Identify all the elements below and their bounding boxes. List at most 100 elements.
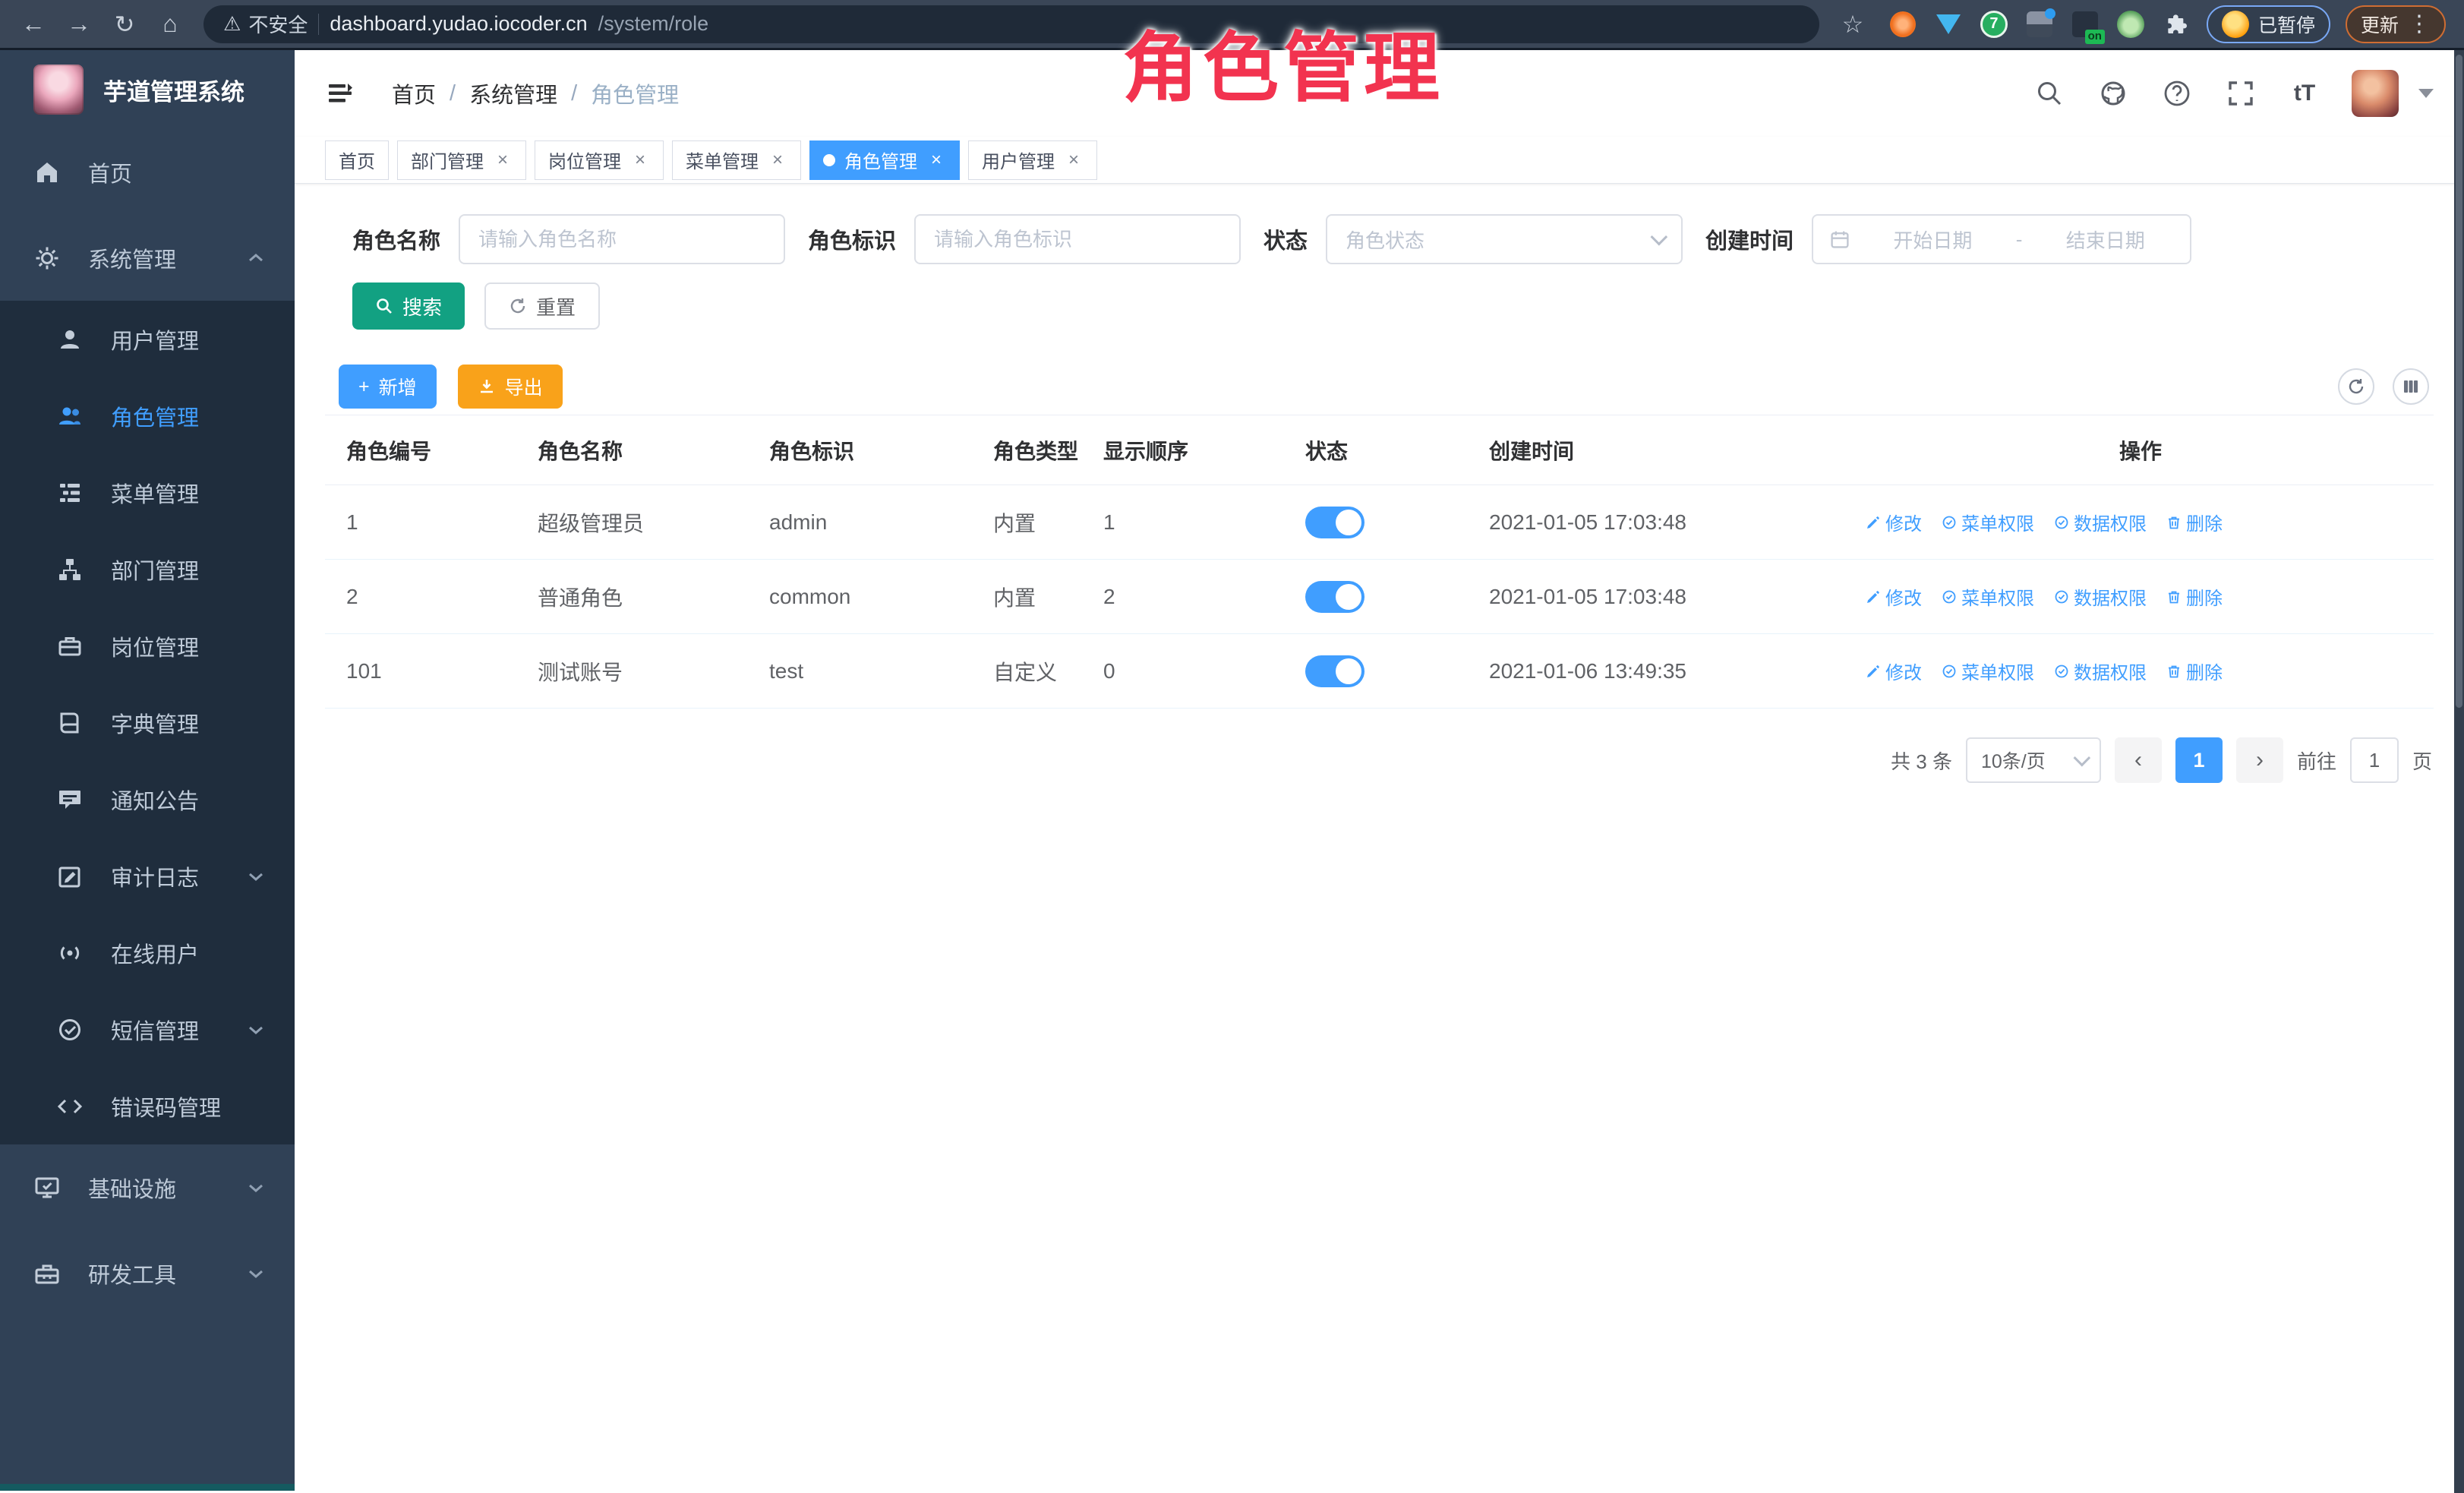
chevron-down-icon <box>246 866 266 886</box>
sms-icon <box>55 1017 85 1043</box>
sidebar-toggle-button[interactable] <box>323 77 357 110</box>
menu-permission-link[interactable]: 菜单权限 <box>1942 583 2034 610</box>
edit-link[interactable]: 修改 <box>1866 658 1922 684</box>
close-icon[interactable]: × <box>630 150 650 170</box>
add-button[interactable]: + 新增 <box>339 365 437 409</box>
delete-link[interactable]: 删除 <box>2166 509 2223 535</box>
fullscreen-button[interactable] <box>2224 77 2257 110</box>
sidebar-item-users[interactable]: 用户管理 <box>0 301 295 377</box>
security-warning[interactable]: ⚠ 不安全 <box>223 10 308 38</box>
breadcrumb-home[interactable]: 首页 <box>392 77 436 109</box>
reset-button[interactable]: 重置 <box>484 283 600 330</box>
sidebar-item-dev-tools[interactable]: 研发工具 <box>0 1230 295 1316</box>
address-bar[interactable]: ⚠ 不安全 dashboard.yudao.iocoder.cn/system/… <box>203 5 1819 43</box>
extensions-menu-button[interactable] <box>2161 9 2191 39</box>
delete-link[interactable]: 删除 <box>2166 583 2223 610</box>
sidebar-logo[interactable]: 芋道管理系统 <box>0 50 295 129</box>
sidebar-item-posts[interactable]: 岗位管理 <box>0 608 295 684</box>
sidebar-item-announcements[interactable]: 通知公告 <box>0 761 295 838</box>
bookmark-star-button[interactable]: ☆ <box>1833 5 1872 44</box>
user-avatar[interactable] <box>2352 70 2399 117</box>
header-sort: 显示顺序 <box>1096 415 1298 485</box>
browser-back-button[interactable]: ← <box>14 5 53 44</box>
browser-update-chip[interactable]: 更新 ⋮ <box>2346 5 2446 43</box>
circle-check-icon <box>2054 515 2069 530</box>
data-permission-link[interactable]: 数据权限 <box>2054 583 2147 610</box>
browser-profile-chip[interactable]: 已暂停 <box>2207 5 2330 43</box>
next-page-button[interactable]: › <box>2236 737 2283 783</box>
close-icon[interactable]: × <box>493 150 513 170</box>
sidebar-item-home[interactable]: 首页 <box>0 129 295 215</box>
chevron-down-icon <box>246 1020 266 1040</box>
refresh-table-button[interactable] <box>2338 368 2374 405</box>
tab-posts[interactable]: 岗位管理 × <box>535 140 664 180</box>
scrollbar-thumb[interactable] <box>2456 55 2462 708</box>
font-size-button[interactable]: tT <box>2288 77 2321 110</box>
page-size-select[interactable]: 10条/页 <box>1966 737 2101 783</box>
sidebar-item-dictionary[interactable]: 字典管理 <box>0 684 295 761</box>
tab-departments[interactable]: 部门管理 × <box>397 140 526 180</box>
header-role-id: 角色编号 <box>325 415 530 485</box>
tab-users[interactable]: 用户管理 × <box>968 140 1097 180</box>
extension-gem-button[interactable] <box>1933 9 1964 39</box>
sidebar-item-error-codes[interactable]: 错误码管理 <box>0 1068 295 1144</box>
sidebar-item-label: 系统管理 <box>88 242 176 274</box>
sidebar-item-roles[interactable]: 角色管理 <box>0 377 295 454</box>
close-icon[interactable]: × <box>926 150 946 170</box>
tab-menus[interactable]: 菜单管理 × <box>672 140 801 180</box>
browser-reload-button[interactable]: ↻ <box>105 5 144 44</box>
user-menu-caret-icon[interactable] <box>2418 89 2434 98</box>
sidebar-item-menus[interactable]: 菜单管理 <box>0 454 295 531</box>
browser-home-button[interactable]: ⌂ <box>150 5 190 44</box>
column-settings-button[interactable] <box>2393 368 2429 405</box>
browser-scrollbar[interactable] <box>2454 50 2464 1493</box>
export-button[interactable]: 导出 <box>458 365 563 409</box>
sidebar-item-system[interactable]: 系统管理 <box>0 215 295 301</box>
status-toggle[interactable] <box>1305 581 1365 613</box>
menu-permission-link[interactable]: 菜单权限 <box>1942 658 2034 684</box>
calendar-icon <box>1830 229 1850 249</box>
status-select-placeholder: 角色状态 <box>1346 226 1424 254</box>
role-key-input[interactable] <box>914 214 1241 264</box>
close-icon[interactable]: × <box>1064 150 1084 170</box>
tab-roles[interactable]: 角色管理 × <box>809 140 960 180</box>
prev-page-button[interactable]: ‹ <box>2115 737 2162 783</box>
browser-actions: ☆ 7 on 已暂停 更新 ⋮ <box>1833 5 2450 44</box>
browser-forward-button[interactable]: → <box>59 5 99 44</box>
tab-label: 角色管理 <box>844 147 917 173</box>
sidebar-item-sms[interactable]: 短信管理 <box>0 991 295 1068</box>
github-link-button[interactable] <box>2096 77 2130 110</box>
sidebar-item-infrastructure[interactable]: 基础设施 <box>0 1144 295 1230</box>
delete-link[interactable]: 删除 <box>2166 658 2223 684</box>
extension-duo-button[interactable] <box>2024 9 2055 39</box>
menu-permission-link[interactable]: 菜单权限 <box>1942 509 2034 535</box>
help-button[interactable] <box>2160 77 2194 110</box>
status-toggle[interactable] <box>1305 507 1365 538</box>
status-toggle[interactable] <box>1305 655 1365 687</box>
data-permission-link[interactable]: 数据权限 <box>2054 658 2147 684</box>
question-circle-icon <box>2162 78 2192 109</box>
edit-link[interactable]: 修改 <box>1866 509 1922 535</box>
role-name-input[interactable] <box>459 214 785 264</box>
sidebar-item-audit-log[interactable]: 审计日志 <box>0 838 295 914</box>
tab-home[interactable]: 首页 <box>325 140 389 180</box>
row-actions: 修改 菜单权限 数据权限 删除 <box>1855 658 2426 684</box>
edit-icon <box>1866 664 1881 679</box>
goto-page-input[interactable] <box>2350 737 2399 783</box>
sidebar-item-online-users[interactable]: 在线用户 <box>0 914 295 991</box>
edit-link[interactable]: 修改 <box>1866 583 1922 610</box>
close-icon[interactable]: × <box>768 150 787 170</box>
extension-green-button[interactable]: 7 <box>1979 9 2009 39</box>
sidebar: 芋道管理系统 首页 系统管理 用户管理 <box>0 50 295 1491</box>
breadcrumb-system[interactable]: 系统管理 <box>469 77 557 109</box>
header-search-button[interactable] <box>2033 77 2066 110</box>
extension-monkey-button[interactable] <box>2115 9 2146 39</box>
page-1-button[interactable]: 1 <box>2175 737 2223 783</box>
data-permission-link[interactable]: 数据权限 <box>2054 509 2147 535</box>
date-range-picker[interactable]: 开始日期 - 结束日期 <box>1812 214 2191 264</box>
extension-switch-button[interactable]: on <box>2070 9 2100 39</box>
status-select[interactable]: 角色状态 <box>1326 214 1683 264</box>
sidebar-item-departments[interactable]: 部门管理 <box>0 531 295 608</box>
search-button[interactable]: 搜索 <box>352 283 465 330</box>
extension-orange-button[interactable] <box>1888 9 1918 39</box>
